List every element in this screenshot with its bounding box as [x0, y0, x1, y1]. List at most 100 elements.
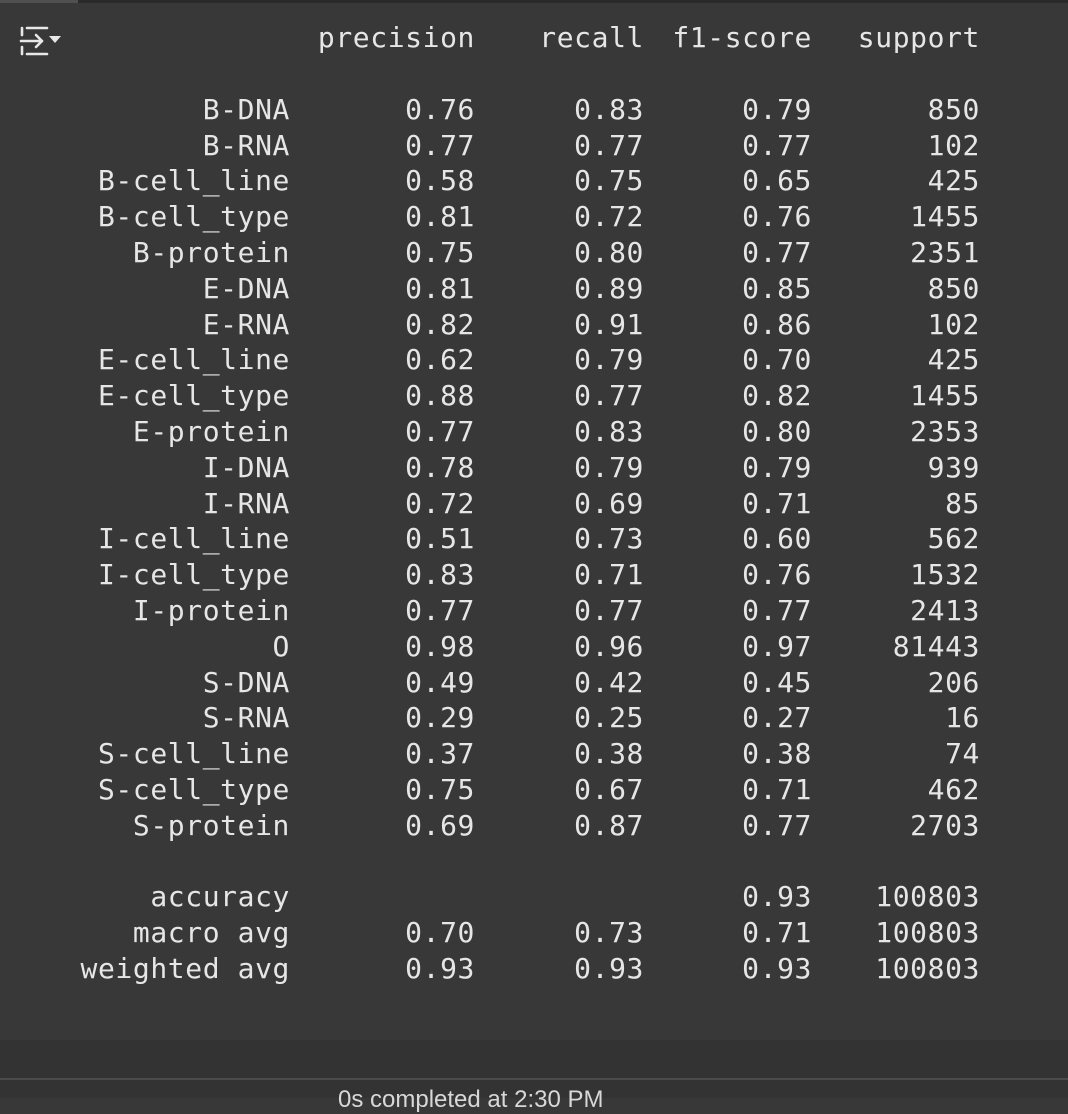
f1-score-value: 0.77: [742, 593, 812, 627]
support-value: 1532: [910, 558, 980, 592]
row-label: S-cell_line: [97, 737, 290, 771]
precision-value: 0.75: [405, 235, 475, 269]
f1-score-value: 0.38: [742, 737, 812, 771]
row-label: B-DNA: [202, 92, 290, 126]
f1-score-value: 0.76: [742, 200, 812, 234]
report-class-row: E-RNA 0.82 0.91 0.86 102: [0, 307, 1060, 343]
precision-value: 0.76: [405, 92, 475, 126]
precision-value: 0.93: [405, 951, 475, 985]
precision-value: 0.69: [405, 808, 475, 842]
f1-score-value: 0.77: [742, 128, 812, 162]
execution-status: 0s completed at 2:30 PM: [338, 1086, 604, 1113]
support-value: 100803: [875, 880, 980, 914]
recall-value: 0.83: [574, 414, 644, 448]
f1-score-value: 0.76: [742, 558, 812, 592]
support-value: 102: [927, 307, 980, 341]
recall-value: 0.75: [574, 164, 644, 198]
precision-value: 0.70: [405, 916, 475, 950]
recall-value: 0.96: [574, 629, 644, 663]
row-label: I-RNA: [202, 486, 290, 520]
f1-score-value: 0.65: [742, 164, 812, 198]
support-value: 850: [927, 271, 980, 305]
recall-value: 0.89: [574, 271, 644, 305]
f1-score-value: 0.97: [742, 629, 812, 663]
f1-score-value: 0.85: [742, 271, 812, 305]
column-header-f1-score: f1-score: [672, 21, 812, 54]
status-divider: [0, 1078, 1068, 1080]
support-value: 425: [927, 343, 980, 377]
precision-value: 0.81: [405, 200, 475, 234]
precision-value: 0.75: [405, 772, 475, 806]
row-label: E-RNA: [202, 307, 290, 341]
row-label: accuracy: [150, 880, 290, 914]
report-gap: [0, 844, 1060, 880]
column-header-precision: precision: [317, 21, 475, 54]
recall-value: 0.79: [574, 450, 644, 484]
report-class-row: O 0.98 0.96 0.97 81443: [0, 629, 1060, 665]
precision-value: 0.77: [405, 128, 475, 162]
f1-score-value: 0.27: [742, 701, 812, 735]
report-class-row: I-protein 0.77 0.77 0.77 2413: [0, 593, 1060, 629]
column-header-support: support: [857, 21, 980, 54]
report-summary-row: accuracy 0.93 100803: [0, 879, 1060, 915]
recall-value: 0.77: [574, 379, 644, 413]
support-value: 425: [927, 164, 980, 198]
report-class-row: S-RNA 0.29 0.25 0.27 16: [0, 700, 1060, 736]
row-label: B-protein: [132, 235, 290, 269]
support-value: 74: [945, 737, 980, 771]
report-class-row: I-RNA 0.72 0.69 0.71 85: [0, 486, 1060, 522]
report-gap: [0, 56, 1060, 92]
report-class-row: B-protein 0.75 0.80 0.77 2351: [0, 235, 1060, 271]
recall-value: 0.38: [574, 737, 644, 771]
f1-score-value: 0.93: [742, 951, 812, 985]
recall-value: 0.72: [574, 200, 644, 234]
row-label: weighted avg: [80, 951, 290, 985]
report-header-row: precision recall f1-score support: [0, 20, 1060, 56]
precision-value: 0.98: [405, 629, 475, 663]
recall-value: 0.83: [574, 92, 644, 126]
precision-value: 0.81: [405, 271, 475, 305]
precision-value: 0.77: [405, 593, 475, 627]
f1-score-value: 0.71: [742, 486, 812, 520]
row-label: E-DNA: [202, 271, 290, 305]
recall-value: 0.77: [574, 128, 644, 162]
support-value: 939: [927, 450, 980, 484]
support-value: 2353: [910, 414, 980, 448]
f1-score-value: 0.45: [742, 665, 812, 699]
row-label: I-cell_line: [97, 522, 290, 556]
f1-score-value: 0.71: [742, 916, 812, 950]
row-label: E-cell_line: [97, 343, 290, 377]
report-summary-row: weighted avg 0.93 0.93 0.93 100803: [0, 951, 1060, 987]
f1-score-value: 0.79: [742, 450, 812, 484]
row-label: E-protein: [132, 414, 290, 448]
f1-score-value: 0.77: [742, 808, 812, 842]
f1-score-value: 0.86: [742, 307, 812, 341]
row-label: macro avg: [132, 916, 290, 950]
cell-output-area: precision recall f1-score support B-DNA 0…: [0, 0, 1068, 1040]
summary-rows: accuracy 0.93 100803 macro avg 0.70 0.73 0.71 1…: [0, 879, 1060, 986]
support-value: 85: [945, 486, 980, 520]
support-value: 1455: [910, 200, 980, 234]
classification-report: precision recall f1-score support B-DNA 0…: [0, 20, 1060, 987]
support-value: 206: [927, 665, 980, 699]
recall-value: 0.69: [574, 486, 644, 520]
row-label: I-cell_type: [97, 558, 290, 592]
recall-value: 0.25: [574, 701, 644, 735]
report-class-row: S-cell_type 0.75 0.67 0.71 462: [0, 772, 1060, 808]
f1-score-value: 0.71: [742, 772, 812, 806]
report-class-row: B-RNA 0.77 0.77 0.77 102: [0, 128, 1060, 164]
precision-value: 0.72: [405, 486, 475, 520]
report-summary-row: macro avg 0.70 0.73 0.71 100803: [0, 915, 1060, 951]
row-label: B-cell_type: [97, 200, 290, 234]
f1-score-value: 0.80: [742, 414, 812, 448]
precision-value: 0.49: [405, 665, 475, 699]
support-value: 1455: [910, 379, 980, 413]
precision-value: 0.58: [405, 164, 475, 198]
f1-score-value: 0.70: [742, 343, 812, 377]
report-class-row: B-cell_type 0.81 0.72 0.76 1455: [0, 199, 1060, 235]
class-rows: B-DNA 0.76 0.83 0.79 850 B-RNA 0.77 0.77 0.77 102…: [0, 92, 1060, 844]
support-value: 16: [945, 701, 980, 735]
recall-value: 0.73: [574, 916, 644, 950]
recall-value: 0.80: [574, 235, 644, 269]
recall-value: 0.91: [574, 307, 644, 341]
